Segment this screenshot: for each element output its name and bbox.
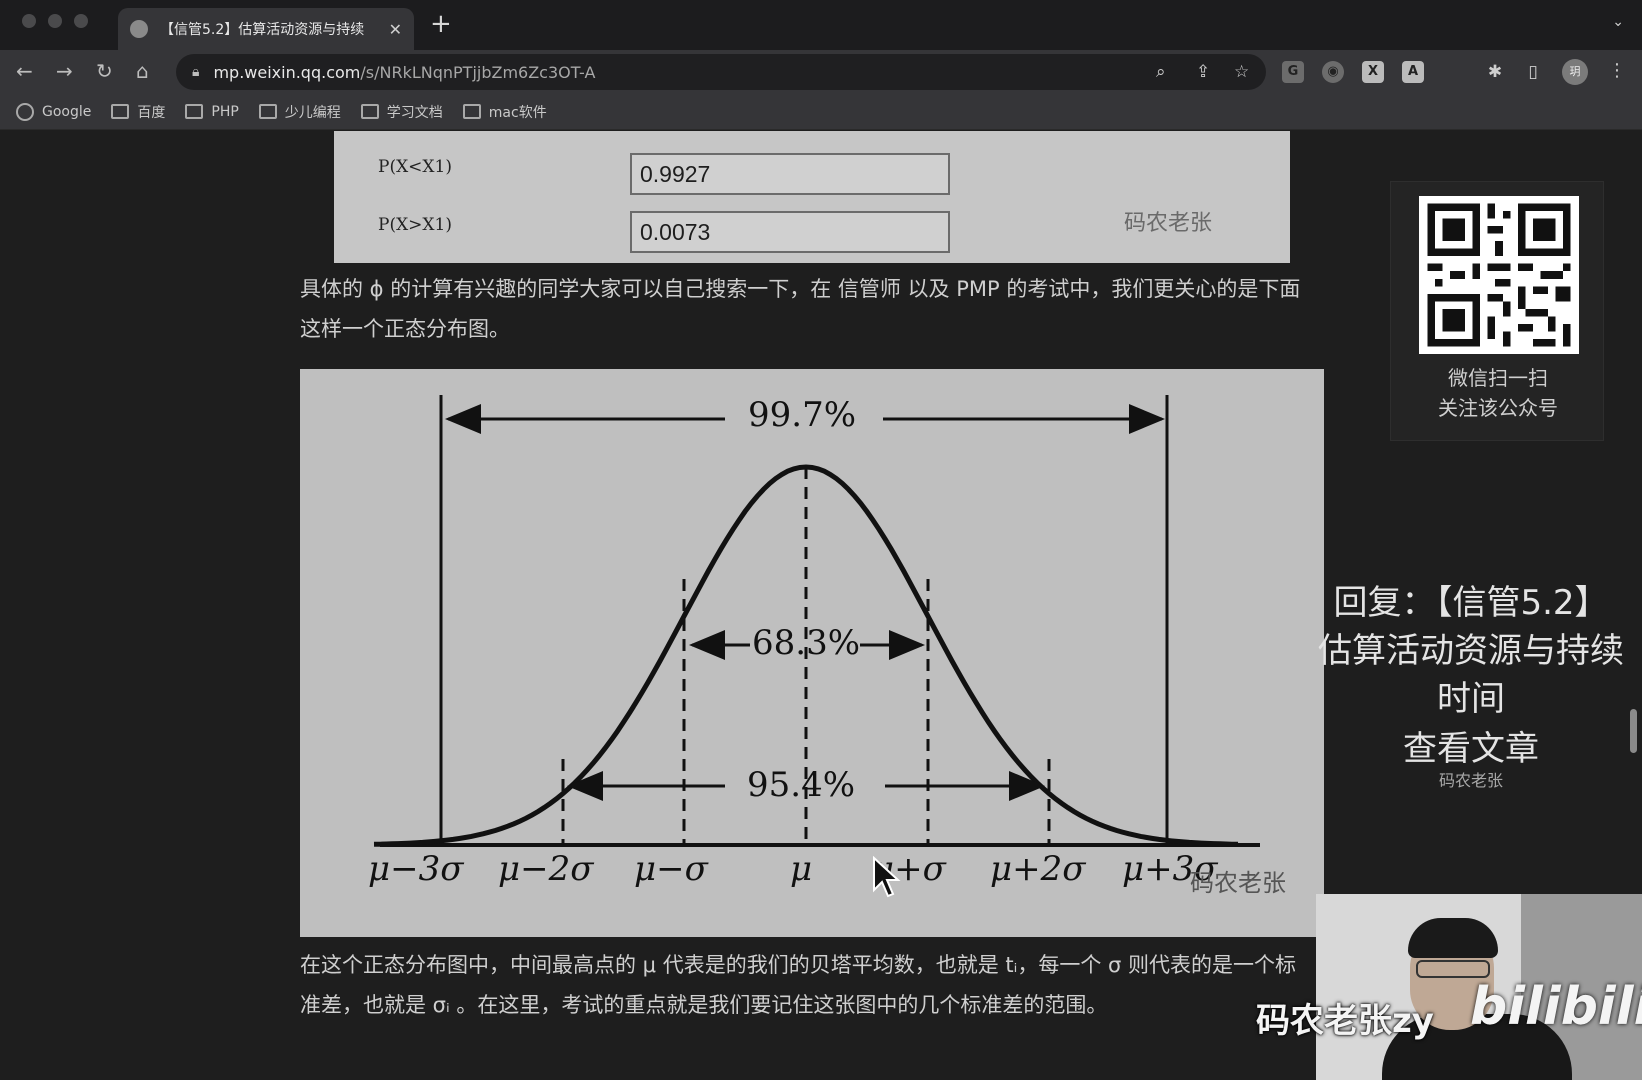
article-paragraph-1: 具体的 ϕ 的计算有兴趣的同学大家可以自己搜索一下，在 信管师 以及 PMP 的… [300, 277, 1301, 341]
x-extension-icon[interactable]: X [1362, 61, 1384, 83]
reload-icon[interactable]: ↻ [96, 60, 113, 82]
bookmarks-bar: Google 百度 PHP 少儿编程 学习文档 mac软件 [0, 94, 1642, 130]
reply-hint-line-4: 查看文章 [1403, 729, 1539, 769]
qr-caption-scan: 微信扫一扫 [1448, 366, 1548, 390]
watermark: 码农老张 [1190, 869, 1286, 897]
bookmark-kids-coding[interactable]: 少儿编程 [258, 102, 341, 122]
label-p-less: P(X<X1) [378, 157, 452, 177]
tick-label-mean: μ [790, 849, 813, 889]
back-arrow-icon[interactable]: ← [16, 60, 33, 82]
folder-icon [258, 104, 277, 119]
tick-label-minus-3sigma: μ−3σ [368, 849, 464, 889]
mouse-cursor-icon [873, 856, 901, 898]
bookmark-php[interactable]: PHP [185, 104, 239, 120]
close-window-button[interactable] [22, 14, 36, 28]
reply-hint-line-1: 回复：【信管5.2】 [1333, 583, 1609, 623]
uploader-watermark: 码农老张zy [1256, 1001, 1434, 1041]
bookmark-star-icon[interactable]: ☆ [1234, 62, 1249, 82]
zoom-icon[interactable]: ⌕ [1156, 62, 1166, 82]
font-extension-icon[interactable]: A [1402, 61, 1424, 83]
bookmark-mac-software[interactable]: mac软件 [462, 102, 547, 122]
share-icon[interactable]: ⇪ [1196, 62, 1210, 82]
folder-icon [185, 104, 204, 119]
sidepanel-icon[interactable]: ▯ [1522, 61, 1544, 83]
puzzle-icon[interactable]: ✱ [1484, 61, 1506, 83]
wechat-favicon-icon [130, 20, 148, 38]
value-p-less: 0.9927 [630, 153, 950, 195]
tick-label-plus-2sigma: μ+2σ [990, 849, 1086, 889]
reply-source: 码农老张 [1438, 771, 1503, 790]
folder-icon [360, 104, 379, 119]
translate-extension-icon[interactable]: G [1282, 61, 1304, 83]
normal-distribution-figure: 99.7% 68.3% 95.4% μ−3σ μ−2σ μ−σ μ μ+σ μ+… [300, 369, 1324, 937]
google-icon [16, 102, 34, 121]
forward-arrow-icon[interactable]: → [56, 60, 73, 82]
browser-toolbar: ← → ↻ ⌂ 🔒︎ mp.weixin.qq.com/s/NRkLNqnPTj… [0, 50, 1642, 94]
zoom-window-button[interactable] [74, 14, 88, 28]
value-p-greater: 0.0073 [630, 211, 950, 253]
bookmark-study-docs[interactable]: 学习文档 [360, 102, 443, 122]
bilibili-logo: bilibili [1470, 977, 1642, 1037]
reply-hint-line-3: 时间 [1437, 679, 1505, 719]
label-p-greater: P(X>X1) [378, 215, 452, 235]
calculator-result-image: P(X<X1) 0.9927 P(X>X1) 0.0073 码农老张 [334, 131, 1290, 263]
folder-icon [462, 104, 481, 119]
lock-icon: 🔒︎ [192, 64, 200, 80]
baidu-icon [111, 104, 130, 119]
tab-title: 【信管5.2】估算活动资源与持续 [160, 22, 365, 38]
label-954: 95.4% [747, 765, 856, 805]
browser-tab[interactable]: 【信管5.2】估算活动资源与持续 ✕ [118, 8, 414, 50]
qr-caption-follow: 关注该公众号 [1438, 396, 1558, 420]
tick-label-minus-2sigma: μ−2σ [498, 849, 594, 889]
article-page: P(X<X1) 0.9927 P(X>X1) 0.0073 码农老张 具体的 ϕ… [0, 131, 1642, 1080]
extension-icon[interactable]: ◉ [1322, 61, 1344, 83]
minimize-window-button[interactable] [48, 14, 62, 28]
url-text[interactable]: mp.weixin.qq.com/s/NRkLNqnPTjjbZm6Zc3OT-… [213, 63, 595, 82]
home-icon[interactable]: ⌂ [136, 60, 149, 82]
close-icon[interactable]: ✕ [389, 20, 402, 39]
qr-code-icon[interactable] [1419, 196, 1579, 354]
label-683: 68.3% [752, 623, 861, 663]
profile-avatar[interactable]: 玥 [1562, 59, 1588, 85]
address-bar[interactable]: 🔒︎ mp.weixin.qq.com/s/NRkLNqnPTjjbZm6Zc3… [176, 54, 1266, 90]
watermark: 码农老张 [1124, 211, 1213, 236]
qr-follow-card: 微信扫一扫 关注该公众号 [1390, 181, 1604, 441]
page-scrollbar[interactable] [1630, 709, 1637, 753]
reply-hint-line-2: 估算活动资源与持续 [1318, 631, 1624, 671]
article-paragraph-2: 在这个正态分布图中，中间最高点的 μ 代表是的我们的贝塔平均数，也就是 tᵢ，每… [300, 953, 1297, 1017]
label-997: 99.7% [748, 395, 857, 435]
tick-label-minus-1sigma: μ−σ [634, 849, 708, 889]
bookmark-baidu[interactable]: 百度 [111, 102, 165, 122]
tab-strip: 【信管5.2】估算活动资源与持续 ✕ + ⌄ [0, 0, 1642, 50]
chevron-down-icon[interactable]: ⌄ [1612, 14, 1624, 30]
new-tab-button[interactable]: + [430, 10, 452, 38]
menu-kebab-icon[interactable]: ⋮ [1608, 60, 1626, 81]
bookmark-google[interactable]: Google [16, 102, 91, 121]
